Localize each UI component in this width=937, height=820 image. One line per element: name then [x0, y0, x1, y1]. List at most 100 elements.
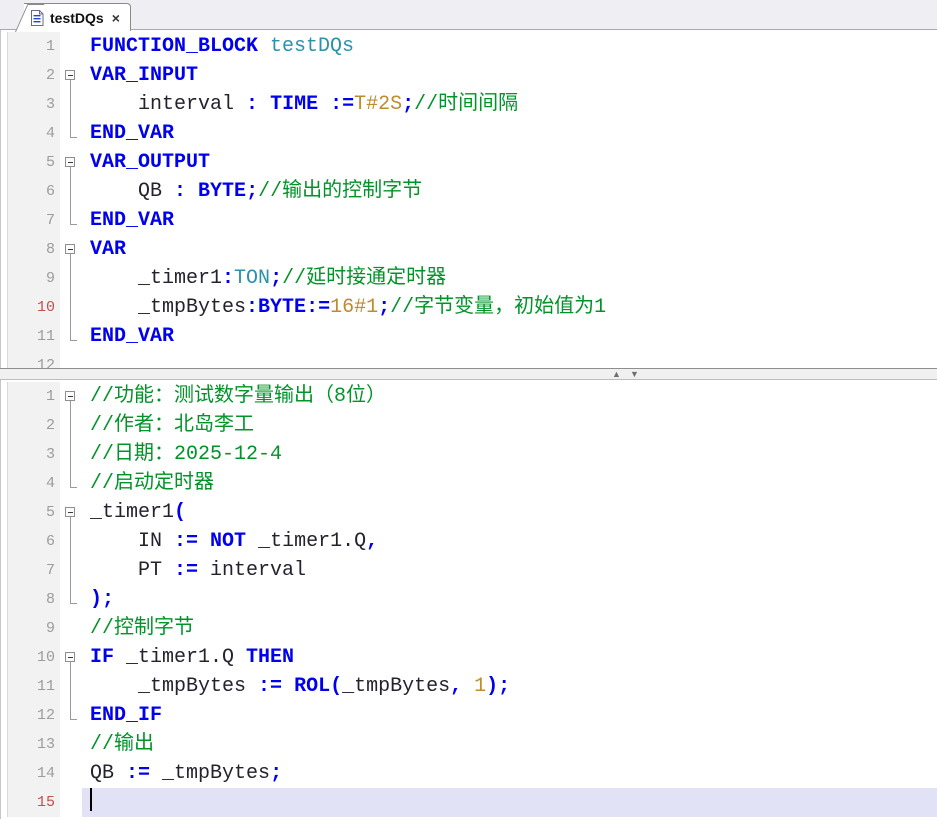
fold-toggle-icon[interactable] [65, 70, 75, 80]
code-line[interactable]: 4 //启动定时器 [1, 469, 937, 498]
code-line[interactable]: 12END_IF [1, 701, 937, 730]
implementation-editor[interactable]: 1//功能：测试数字量输出（8位）2//作者：北岛李工3//日期：2025-12… [0, 380, 937, 819]
fold-cell [60, 177, 82, 206]
line-number: 6 [8, 177, 60, 206]
fold-cell [60, 672, 82, 701]
code-text[interactable]: _tmpBytes:BYTE:=16#1;//字节变量，初始值为1 [82, 293, 937, 322]
code-line[interactable]: 3 interval : TIME :=T#2S;//时间间隔 [1, 90, 937, 119]
code-text[interactable]: //启动定时器 [82, 469, 937, 498]
code-line[interactable]: 9 _timer1:TON;//延时接通定时器 [1, 264, 937, 293]
code-line[interactable]: 15 [1, 788, 937, 817]
code-line[interactable]: 8 VAR [1, 235, 937, 264]
code-line[interactable]: 2//作者：北岛李工 [1, 411, 937, 440]
line-number: 6 [8, 527, 60, 556]
code-line[interactable]: 7 PT := interval [1, 556, 937, 585]
code-line[interactable]: 7END_VAR [1, 206, 937, 235]
fold-cell [60, 322, 82, 351]
code-token: 16#1 [330, 296, 378, 319]
code-line[interactable]: 10IF _timer1.Q THEN [1, 643, 937, 672]
code-line[interactable]: 8); [1, 585, 937, 614]
code-line[interactable]: 6 IN := NOT _timer1.Q, [1, 527, 937, 556]
code-line[interactable]: 1//功能：测试数字量输出（8位） [1, 382, 937, 411]
code-line[interactable]: 1FUNCTION_BLOCK testDQs [1, 32, 937, 61]
code-line[interactable]: 5VAR_OUTPUT [1, 148, 937, 177]
code-text[interactable]: _timer1( [82, 498, 937, 527]
code-token [462, 675, 474, 698]
code-text[interactable]: END_IF [82, 701, 937, 730]
splitter[interactable]: ▲ ▼ [0, 368, 937, 380]
code-token: : [222, 267, 234, 290]
code-line[interactable]: 9//控制字节 [1, 614, 937, 643]
code-line[interactable]: 11 _tmpBytes := ROL(_tmpBytes, 1); [1, 672, 937, 701]
line-number: 13 [8, 730, 60, 759]
code-text[interactable]: IN := NOT _timer1.Q, [82, 527, 937, 556]
code-text[interactable]: PT := interval [82, 556, 937, 585]
tab-testdqs[interactable]: testDQs × [24, 3, 131, 31]
code-token: //延时接通定时器 [282, 267, 446, 290]
code-token: VAR_INPUT [90, 64, 198, 87]
line-number: 5 [8, 498, 60, 527]
code-token: NOT [210, 530, 246, 553]
fold-toggle-icon[interactable] [65, 391, 75, 401]
fold-toggle-icon[interactable] [65, 244, 75, 254]
code-text[interactable]: //日期：2025-12-4 [82, 440, 937, 469]
code-token [282, 675, 294, 698]
splitter-collapse-button[interactable]: ▲ [612, 368, 621, 380]
code-text[interactable]: //作者：北岛李工 [82, 411, 937, 440]
fold-guide [70, 264, 71, 293]
gutter-margin [1, 469, 8, 498]
gutter-margin [1, 556, 8, 585]
code-line[interactable]: 4END_VAR [1, 119, 937, 148]
code-text[interactable]: ); [82, 585, 937, 614]
code-line[interactable]: 5 _timer1( [1, 498, 937, 527]
line-number: 11 [8, 322, 60, 351]
code-line[interactable]: 3//日期：2025-12-4 [1, 440, 937, 469]
code-line[interactable]: 6 QB : BYTE;//输出的控制字节 [1, 177, 937, 206]
gutter-margin [1, 61, 8, 90]
code-text[interactable]: interval : TIME :=T#2S;//时间间隔 [82, 90, 937, 119]
code-text[interactable]: //控制字节 [82, 614, 937, 643]
code-text[interactable]: VAR_OUTPUT [82, 148, 937, 177]
declaration-editor[interactable]: 1FUNCTION_BLOCK testDQs2VAR_INPUT3 inter… [0, 30, 937, 368]
fold-toggle-icon[interactable] [65, 507, 75, 517]
fold-cell [60, 759, 82, 788]
code-text[interactable]: //功能：测试数字量输出（8位） [82, 382, 937, 411]
fold-toggle-icon[interactable] [65, 157, 75, 167]
fold-guide [70, 672, 71, 701]
code-line[interactable]: 13 //输出 [1, 730, 937, 759]
code-text[interactable]: _timer1:TON;//延时接通定时器 [82, 264, 937, 293]
code-line[interactable]: 12 [1, 351, 937, 368]
code-text[interactable] [82, 351, 937, 368]
gutter-margin [1, 440, 8, 469]
code-token: : [174, 180, 186, 203]
line-number: 4 [8, 469, 60, 498]
code-line[interactable]: 2VAR_INPUT [1, 61, 937, 90]
fold-toggle-icon[interactable] [65, 652, 75, 662]
code-line[interactable]: 11 END_VAR [1, 322, 937, 351]
fold-cell [60, 90, 82, 119]
code-text[interactable]: VAR_INPUT [82, 61, 937, 90]
code-text[interactable]: VAR [82, 235, 937, 264]
code-token: := [174, 559, 198, 582]
code-text[interactable]: IF _timer1.Q THEN [82, 643, 937, 672]
code-text[interactable]: //输出 [82, 730, 937, 759]
code-text[interactable]: END_VAR [82, 322, 937, 351]
line-number: 10 [8, 293, 60, 322]
tab-close-icon[interactable]: × [112, 10, 120, 26]
gutter-margin [1, 293, 8, 322]
code-line[interactable]: 14QB := _tmpBytes; [1, 759, 937, 788]
code-text[interactable]: QB : BYTE;//输出的控制字节 [82, 177, 937, 206]
fold-guide [70, 90, 71, 119]
code-line[interactable]: 10 _tmpBytes:BYTE:=16#1;//字节变量，初始值为1 [1, 293, 937, 322]
code-text[interactable]: _tmpBytes := ROL(_tmpBytes, 1); [82, 672, 937, 701]
code-text[interactable]: END_VAR [82, 206, 937, 235]
code-token: : [246, 93, 258, 116]
splitter-expand-button[interactable]: ▼ [630, 368, 639, 380]
code-text[interactable]: QB := _tmpBytes; [82, 759, 937, 788]
code-text[interactable]: FUNCTION_BLOCK testDQs [82, 32, 937, 61]
line-number: 15 [8, 788, 60, 817]
code-token [186, 180, 198, 203]
code-text[interactable]: END_VAR [82, 119, 937, 148]
code-text[interactable] [82, 788, 937, 817]
line-number: 8 [8, 235, 60, 264]
